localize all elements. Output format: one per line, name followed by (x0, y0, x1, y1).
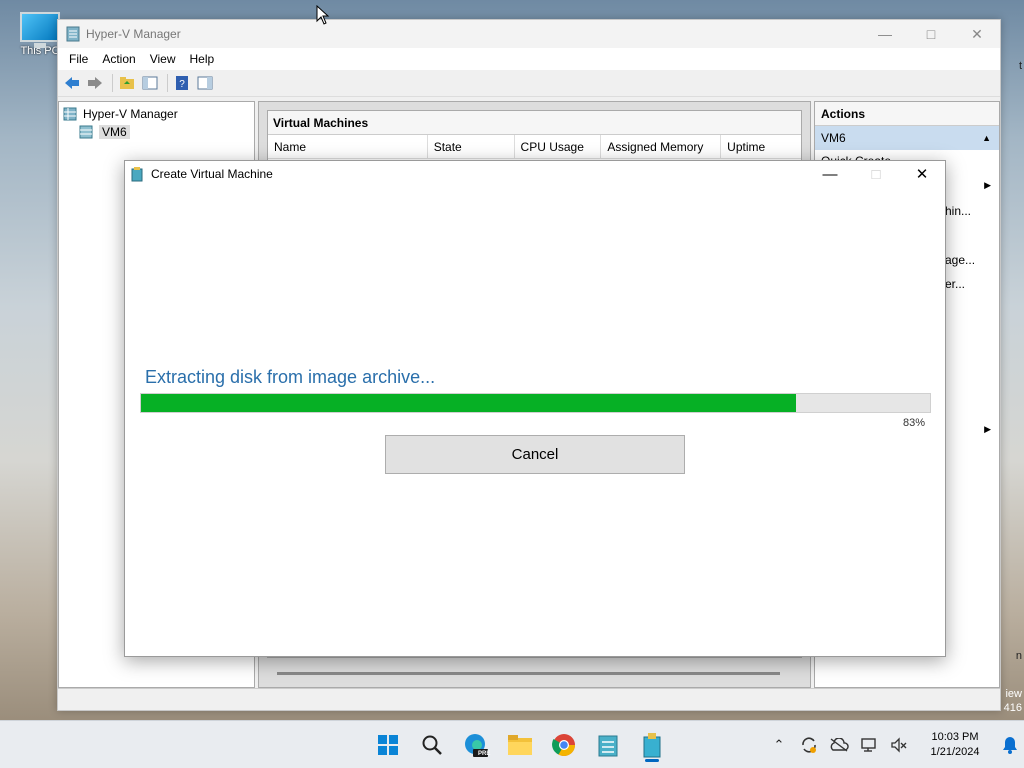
menu-help[interactable]: Help (183, 52, 222, 66)
toolbar-divider (112, 74, 113, 92)
progress-status-text: Extracting disk from image archive... (145, 367, 436, 387)
hyperv-manager-icon (598, 735, 618, 757)
table-header: Name State CPU Usage Assigned Memory Upt… (268, 135, 801, 159)
search-button[interactable] (410, 727, 454, 763)
action-item-fragment[interactable]: er... (945, 277, 965, 291)
show-action-pane-icon[interactable] (195, 73, 215, 93)
column-header-uptime[interactable]: Uptime (721, 135, 801, 158)
show-hide-tree-icon[interactable] (140, 73, 160, 93)
toolbar: ? (58, 70, 1000, 97)
sync-tray-button[interactable] (794, 721, 824, 768)
onedrive-tray-button[interactable] (824, 721, 854, 768)
help-icon[interactable]: ? (172, 73, 192, 93)
desktop-text-fragment: n (1015, 650, 1022, 662)
clock-date: 1/21/2024 (930, 746, 980, 758)
mouse-cursor-icon (316, 5, 330, 25)
svg-text:?: ? (179, 79, 185, 90)
back-arrow-icon[interactable] (62, 73, 82, 93)
create-vm-icon (643, 733, 661, 758)
bell-icon (1003, 737, 1017, 754)
dialog-title: Create Virtual Machine (151, 167, 273, 181)
chrome-button[interactable] (542, 727, 586, 763)
progress-percent: 83% (902, 417, 925, 429)
clock[interactable]: 10:03 PM 1/21/2024 (914, 730, 996, 760)
hyperv-manager-taskbar-button[interactable] (586, 727, 630, 763)
create-vm-dialog: Create Virtual Machine — □ ✕ Extracting … (124, 160, 946, 657)
submenu-arrow-icon: ▶ (984, 180, 991, 190)
action-item-fragment[interactable]: age... (945, 253, 975, 267)
progress-bar-fill (141, 394, 796, 412)
cancel-button[interactable]: Cancel (385, 435, 685, 474)
system-tray: ⌃ 10:03 PM 1/21/2024 (764, 721, 1024, 768)
menu-file[interactable]: File (62, 52, 95, 66)
taskbar: PRE ⌃ 10:03 PM 1/21/2024 (0, 720, 1024, 768)
network-icon (861, 738, 876, 752)
search-icon (422, 735, 442, 755)
status-bar (58, 688, 1000, 710)
action-item-fragment[interactable]: hin... (945, 204, 971, 218)
desktop-text-fragment: t (1018, 60, 1022, 72)
show-hidden-icons-button[interactable]: ⌃ (764, 721, 794, 768)
menu-bar: File Action View Help (58, 48, 1000, 70)
chrome-icon (552, 734, 575, 756)
notifications-button[interactable] (996, 721, 1024, 768)
network-tray-button[interactable] (854, 721, 884, 768)
menu-view[interactable]: View (143, 52, 183, 66)
forward-arrow-icon[interactable] (85, 73, 105, 93)
up-folder-icon[interactable] (117, 73, 137, 93)
progress-bar (140, 393, 931, 413)
actions-title: Actions (815, 102, 999, 126)
desktop-text-fragment: iew (1005, 688, 1022, 700)
actions-section-vm6[interactable]: VM6 ▲ (815, 126, 999, 150)
tree-item-label: Hyper-V Manager (83, 107, 178, 121)
dialog-maximize-button: □ (871, 165, 881, 183)
column-header-assigned-memory[interactable]: Assigned Memory (601, 135, 722, 158)
maximize-button[interactable]: □ (908, 20, 954, 48)
desktop-text-fragment: 416 (1003, 702, 1022, 714)
tree-item-vm6[interactable]: VM6 (63, 123, 250, 141)
cloud-offline-icon (830, 738, 849, 752)
menu-action[interactable]: Action (95, 52, 142, 66)
windows-logo-icon (378, 735, 398, 755)
start-button[interactable] (366, 727, 410, 763)
server-icon (79, 125, 93, 139)
edge-preview-button[interactable]: PRE (454, 727, 498, 763)
column-header-cpu-usage[interactable]: CPU Usage (515, 135, 602, 158)
collapse-triangle-icon: ▲ (982, 133, 991, 143)
minimize-button[interactable]: — (862, 20, 908, 48)
column-header-state[interactable]: State (428, 135, 515, 158)
dialog-minimize-button[interactable]: — (807, 161, 853, 187)
window-titlebar[interactable]: Hyper-V Manager (58, 20, 1000, 48)
toolbar-divider (167, 74, 168, 92)
volume-tray-button[interactable] (884, 721, 914, 768)
create-vm-taskbar-button[interactable] (630, 727, 674, 763)
edge-pre-badge: PRE (478, 751, 491, 757)
speaker-muted-icon (891, 737, 907, 753)
submenu-arrow-icon: ▶ (984, 424, 991, 434)
create-vm-icon (131, 166, 143, 181)
file-explorer-button[interactable] (498, 727, 542, 763)
sync-icon (802, 737, 816, 753)
clock-time: 10:03 PM (931, 731, 979, 743)
tree-item-hyperv-manager[interactable]: Hyper-V Manager (63, 105, 250, 123)
hyperv-icon (66, 26, 80, 42)
tree-item-label: VM6 (99, 125, 130, 139)
chevron-up-icon: ⌃ (773, 737, 785, 752)
monitor-icon (20, 12, 60, 48)
window-title: Hyper-V Manager (86, 27, 181, 41)
close-button[interactable]: ✕ (954, 20, 1000, 48)
horizontal-scrollbar[interactable] (277, 672, 780, 675)
column-header-name[interactable]: Name (268, 135, 428, 158)
folder-icon (508, 735, 532, 755)
actions-section-label: VM6 (821, 131, 846, 145)
hyperv-icon (63, 107, 77, 121)
panel-title: Virtual Machines (268, 111, 801, 135)
dialog-close-button[interactable]: ✕ (899, 161, 945, 187)
